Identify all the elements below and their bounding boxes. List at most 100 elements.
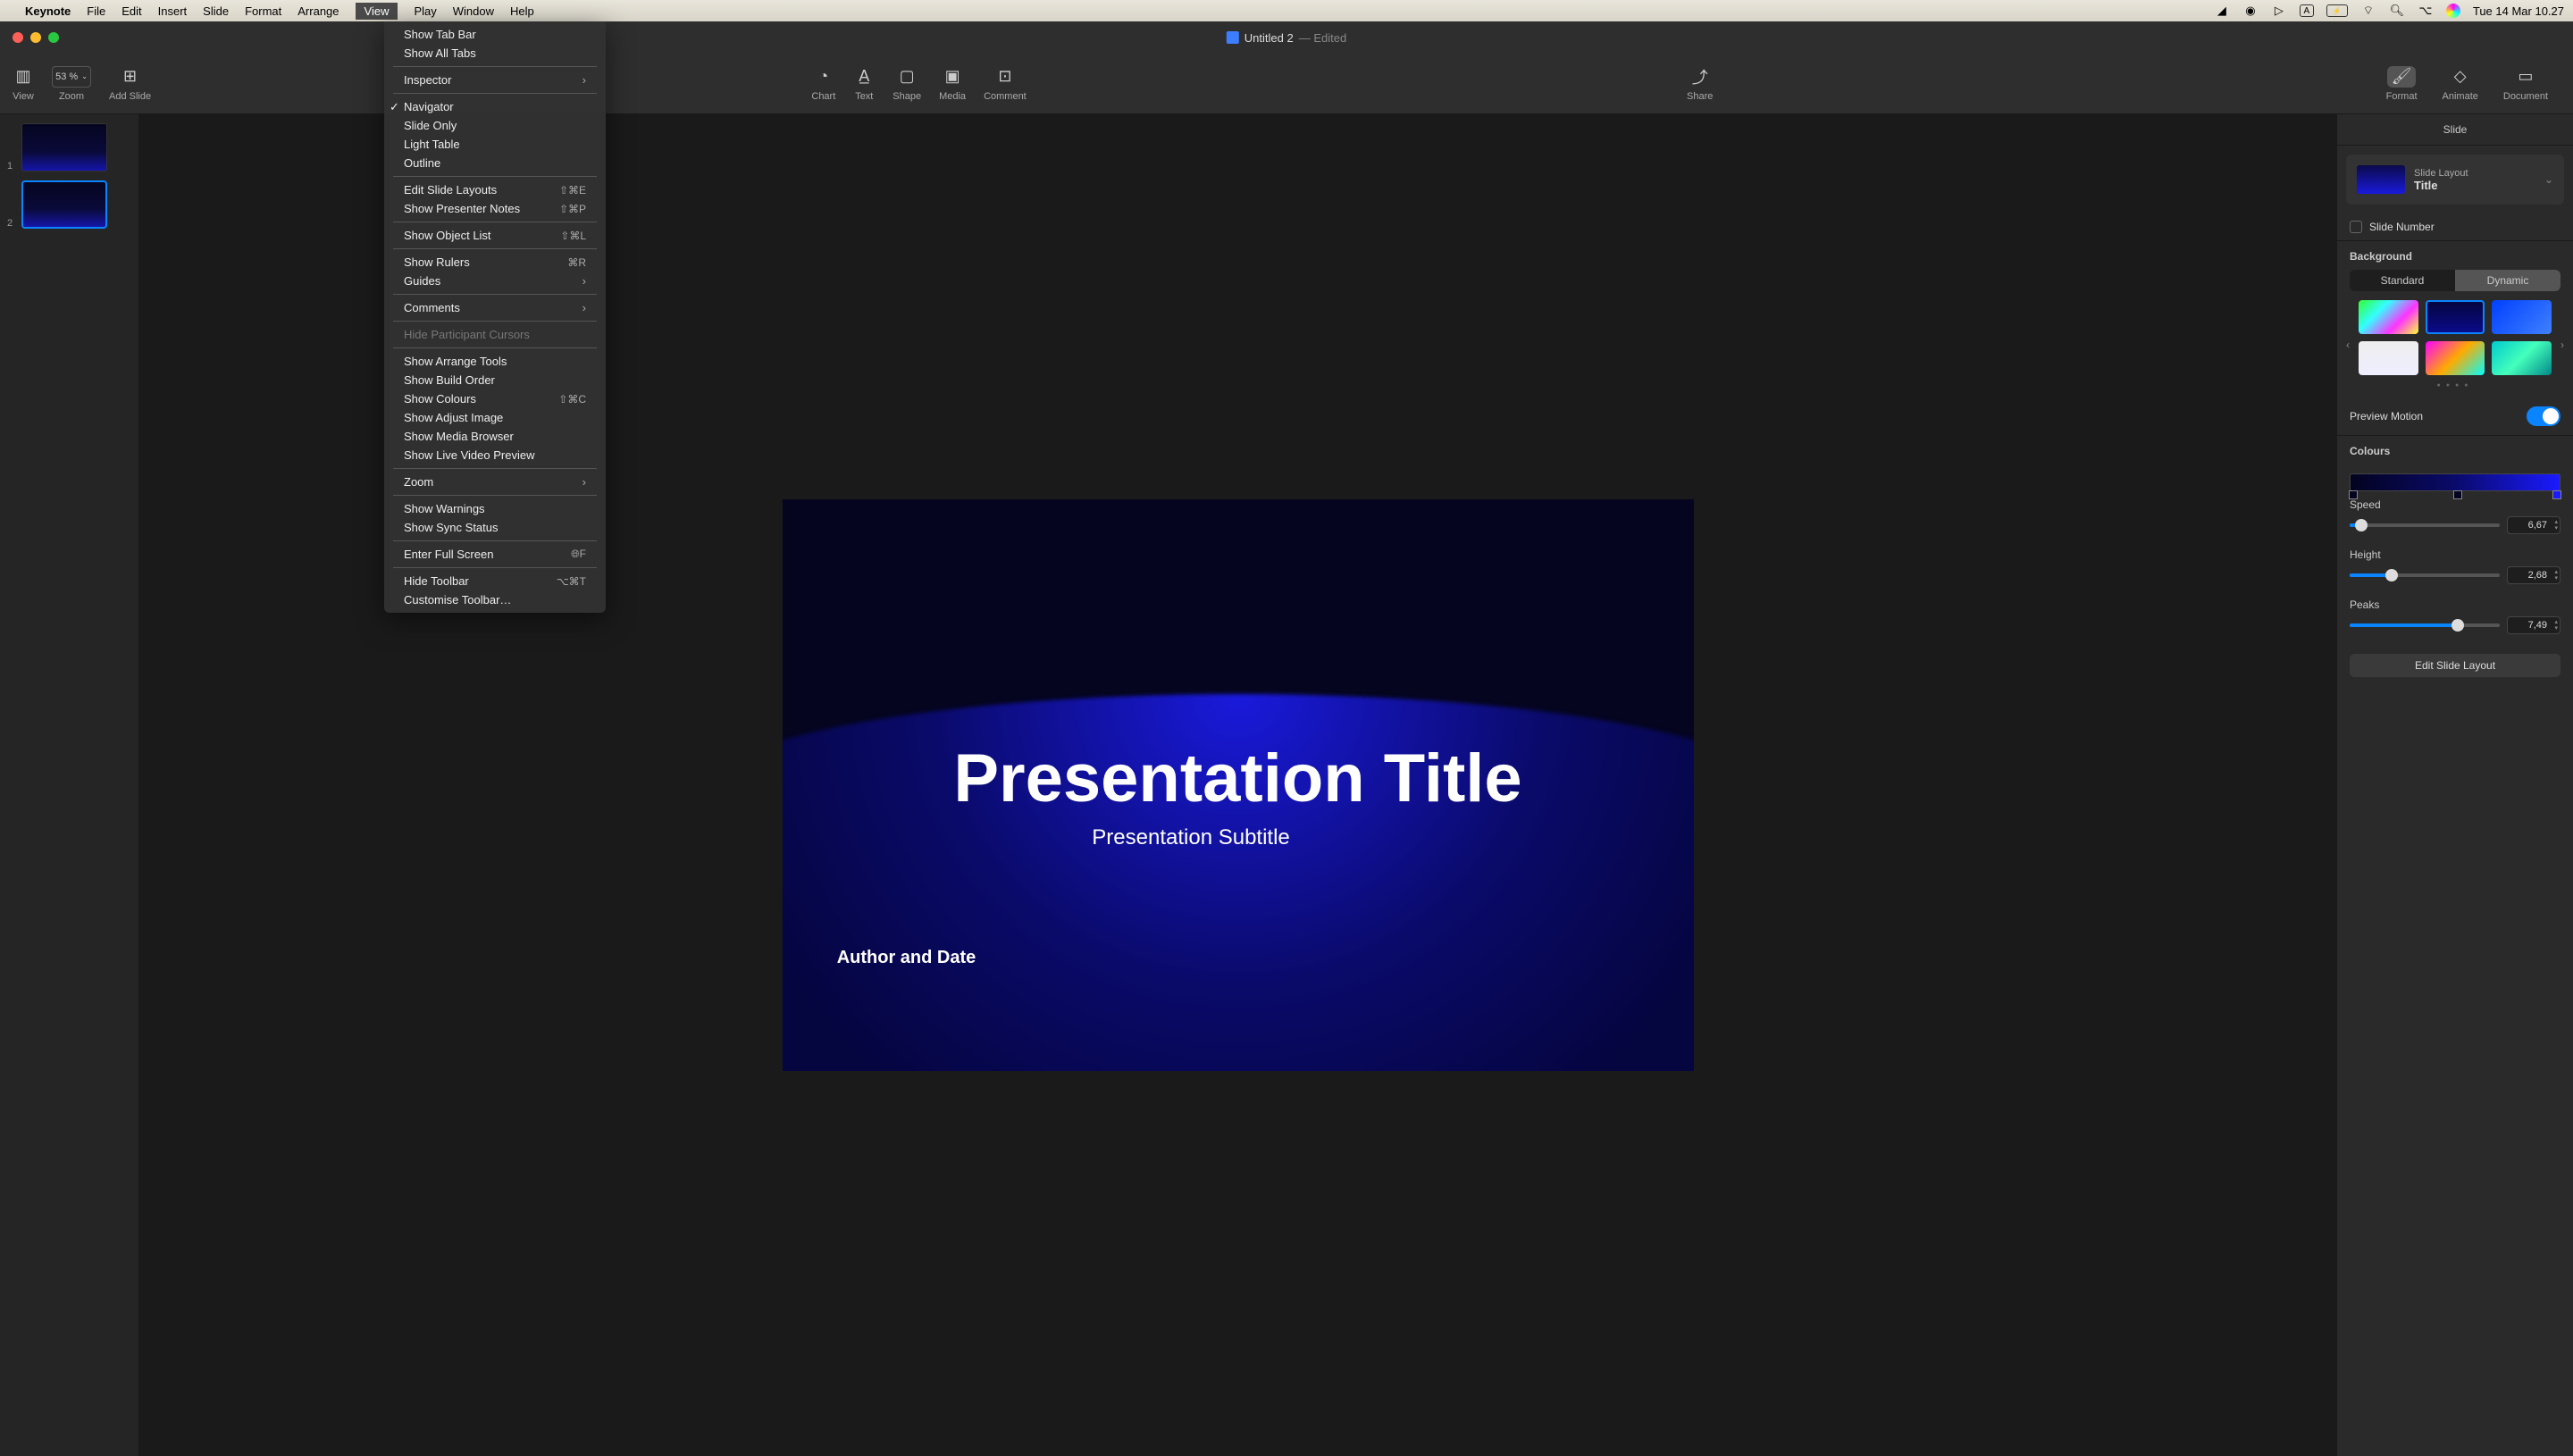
battery-icon[interactable]: ⚡	[2326, 4, 2348, 17]
menu-item[interactable]: Show Live Video Preview	[384, 446, 606, 464]
menu-item[interactable]: Show Adjust Image	[384, 408, 606, 427]
menu-slide[interactable]: Slide	[203, 4, 229, 18]
gradient-handle-2[interactable]	[2453, 490, 2462, 499]
menu-item[interactable]: Show Build Order	[384, 371, 606, 389]
menu-item[interactable]: Show Object List⇧⌘L	[384, 226, 606, 245]
preview-motion-toggle[interactable]	[2527, 406, 2560, 426]
menu-insert[interactable]: Insert	[158, 4, 188, 18]
speed-value[interactable]: 6,67▴▾	[2507, 516, 2560, 534]
inspector-tab-slide[interactable]: Slide	[2337, 114, 2573, 146]
gradient-handle-3[interactable]	[2552, 490, 2561, 499]
menu-arrange[interactable]: Arrange	[298, 4, 339, 18]
menu-item[interactable]: Show Tab Bar	[384, 25, 606, 44]
zoom-button[interactable]: 53 %⌄ Zoom	[52, 66, 91, 102]
peaks-slider[interactable]	[2350, 623, 2500, 627]
text-button[interactable]: A̲Text	[853, 66, 875, 102]
height-value[interactable]: 2,68▴▾	[2507, 566, 2560, 584]
media-button[interactable]: ▣Media	[939, 66, 966, 102]
bg-swatch-2[interactable]	[2426, 300, 2485, 334]
bg-swatch-6[interactable]	[2492, 341, 2552, 375]
slide-number-row[interactable]: Slide Number	[2337, 213, 2573, 240]
menu-format[interactable]: Format	[245, 4, 281, 18]
background-label: Background	[2350, 250, 2560, 263]
chart-label: Chart	[811, 91, 835, 102]
zoom-label: Zoom	[59, 91, 84, 102]
clock[interactable]: Tue 14 Mar 10.27	[2473, 4, 2564, 18]
menu-item[interactable]: Light Table	[384, 135, 606, 154]
menu-item[interactable]: Show Arrange Tools	[384, 352, 606, 371]
comment-button[interactable]: ⊡Comment	[984, 66, 1027, 102]
menu-help[interactable]: Help	[510, 4, 534, 18]
menu-file[interactable]: File	[87, 4, 105, 18]
slide-preview-1	[21, 123, 107, 172]
menu-item[interactable]: Hide Toolbar⌥⌘T	[384, 572, 606, 590]
menu-item[interactable]: Show Sync Status	[384, 518, 606, 537]
peaks-value[interactable]: 7,49▴▾	[2507, 616, 2560, 634]
document-tab[interactable]: ▭Document	[2491, 66, 2560, 102]
menu-item[interactable]: Show Colours⇧⌘C	[384, 389, 606, 408]
control-center-icon[interactable]: ⌥	[2418, 4, 2434, 17]
share-button[interactable]: ⤴Share	[1687, 66, 1713, 102]
slide-subtitle[interactable]: Presentation Subtitle	[1092, 825, 1289, 850]
menu-edit[interactable]: Edit	[122, 4, 141, 18]
bg-swatch-3[interactable]	[2492, 300, 2552, 334]
status-record-icon[interactable]: ◉	[2242, 4, 2259, 17]
swatch-prev-button[interactable]: ‹	[2346, 339, 2350, 351]
slide-thumb-2[interactable]: 2	[7, 180, 131, 229]
status-input-icon[interactable]: A	[2300, 4, 2314, 17]
document-title[interactable]: Untitled 2	[1245, 31, 1294, 45]
slide-title[interactable]: Presentation Title	[953, 740, 1521, 817]
edit-slide-layout-button[interactable]: Edit Slide Layout	[2350, 654, 2560, 677]
menu-item[interactable]: Slide Only	[384, 116, 606, 135]
slide-thumb-1[interactable]: 1	[7, 123, 131, 172]
chart-icon: ◔	[813, 66, 834, 88]
menu-item[interactable]: Enter Full Screen🌐︎F	[384, 545, 606, 564]
chevron-down-icon: ⌄	[2544, 173, 2553, 186]
height-slider[interactable]	[2350, 573, 2500, 577]
menu-item[interactable]: ✓Navigator	[384, 97, 606, 116]
slide-author[interactable]: Author and Date	[837, 948, 976, 968]
menu-item[interactable]: Show Rulers⌘R	[384, 253, 606, 272]
zoom-window-button[interactable]	[48, 32, 59, 43]
spotlight-icon[interactable]: 🔍︎	[2389, 4, 2405, 17]
slide-layout-row[interactable]: Slide Layout Title ⌄	[2346, 155, 2564, 205]
close-window-button[interactable]	[13, 32, 23, 43]
dynamic-tab[interactable]: Dynamic	[2455, 270, 2560, 291]
menu-item[interactable]: Zoom›	[384, 473, 606, 491]
menu-item[interactable]: Show Presenter Notes⇧⌘P	[384, 199, 606, 218]
add-slide-button[interactable]: ⊞ Add Slide	[109, 66, 151, 102]
menu-item[interactable]: Comments›	[384, 298, 606, 317]
siri-icon[interactable]	[2446, 4, 2460, 18]
slide-number-checkbox[interactable]	[2350, 221, 2362, 233]
bg-swatch-5[interactable]	[2426, 341, 2485, 375]
menu-item[interactable]: Show Media Browser	[384, 427, 606, 446]
view-button[interactable]: ▥ View	[13, 66, 34, 102]
animate-tab[interactable]: ◇Animate	[2430, 66, 2491, 102]
standard-tab[interactable]: Standard	[2350, 270, 2455, 291]
status-play-icon[interactable]: ▷	[2271, 4, 2287, 17]
bg-swatch-4[interactable]	[2359, 341, 2418, 375]
shape-button[interactable]: ▢Shape	[893, 66, 921, 102]
app-name[interactable]: Keynote	[25, 4, 71, 18]
menu-item[interactable]: Edit Slide Layouts⇧⌘E	[384, 180, 606, 199]
wifi-icon[interactable]: ⌔	[2360, 4, 2376, 17]
menu-item[interactable]: Guides›	[384, 272, 606, 290]
menu-item[interactable]: Outline	[384, 154, 606, 172]
status-app-icon[interactable]: ◢	[2214, 4, 2230, 17]
background-segment[interactable]: Standard Dynamic	[2350, 270, 2560, 291]
gradient-handle-1[interactable]	[2349, 490, 2358, 499]
speed-slider[interactable]	[2350, 523, 2500, 527]
bg-swatch-1[interactable]	[2359, 300, 2418, 334]
menu-item[interactable]: Show All Tabs	[384, 44, 606, 63]
menu-window[interactable]: Window	[453, 4, 494, 18]
menu-play[interactable]: Play	[414, 4, 436, 18]
menu-item[interactable]: Inspector›	[384, 71, 606, 89]
menu-item[interactable]: Show Warnings	[384, 499, 606, 518]
menu-view[interactable]: View	[356, 3, 398, 20]
swatch-next-button[interactable]: ›	[2560, 339, 2564, 351]
colours-gradient[interactable]	[2350, 473, 2560, 491]
menu-item[interactable]: Customise Toolbar…	[384, 590, 606, 609]
format-tab[interactable]: 🖌Format	[2374, 66, 2430, 102]
chart-button[interactable]: ◔ Chart	[811, 66, 835, 102]
minimize-window-button[interactable]	[30, 32, 41, 43]
